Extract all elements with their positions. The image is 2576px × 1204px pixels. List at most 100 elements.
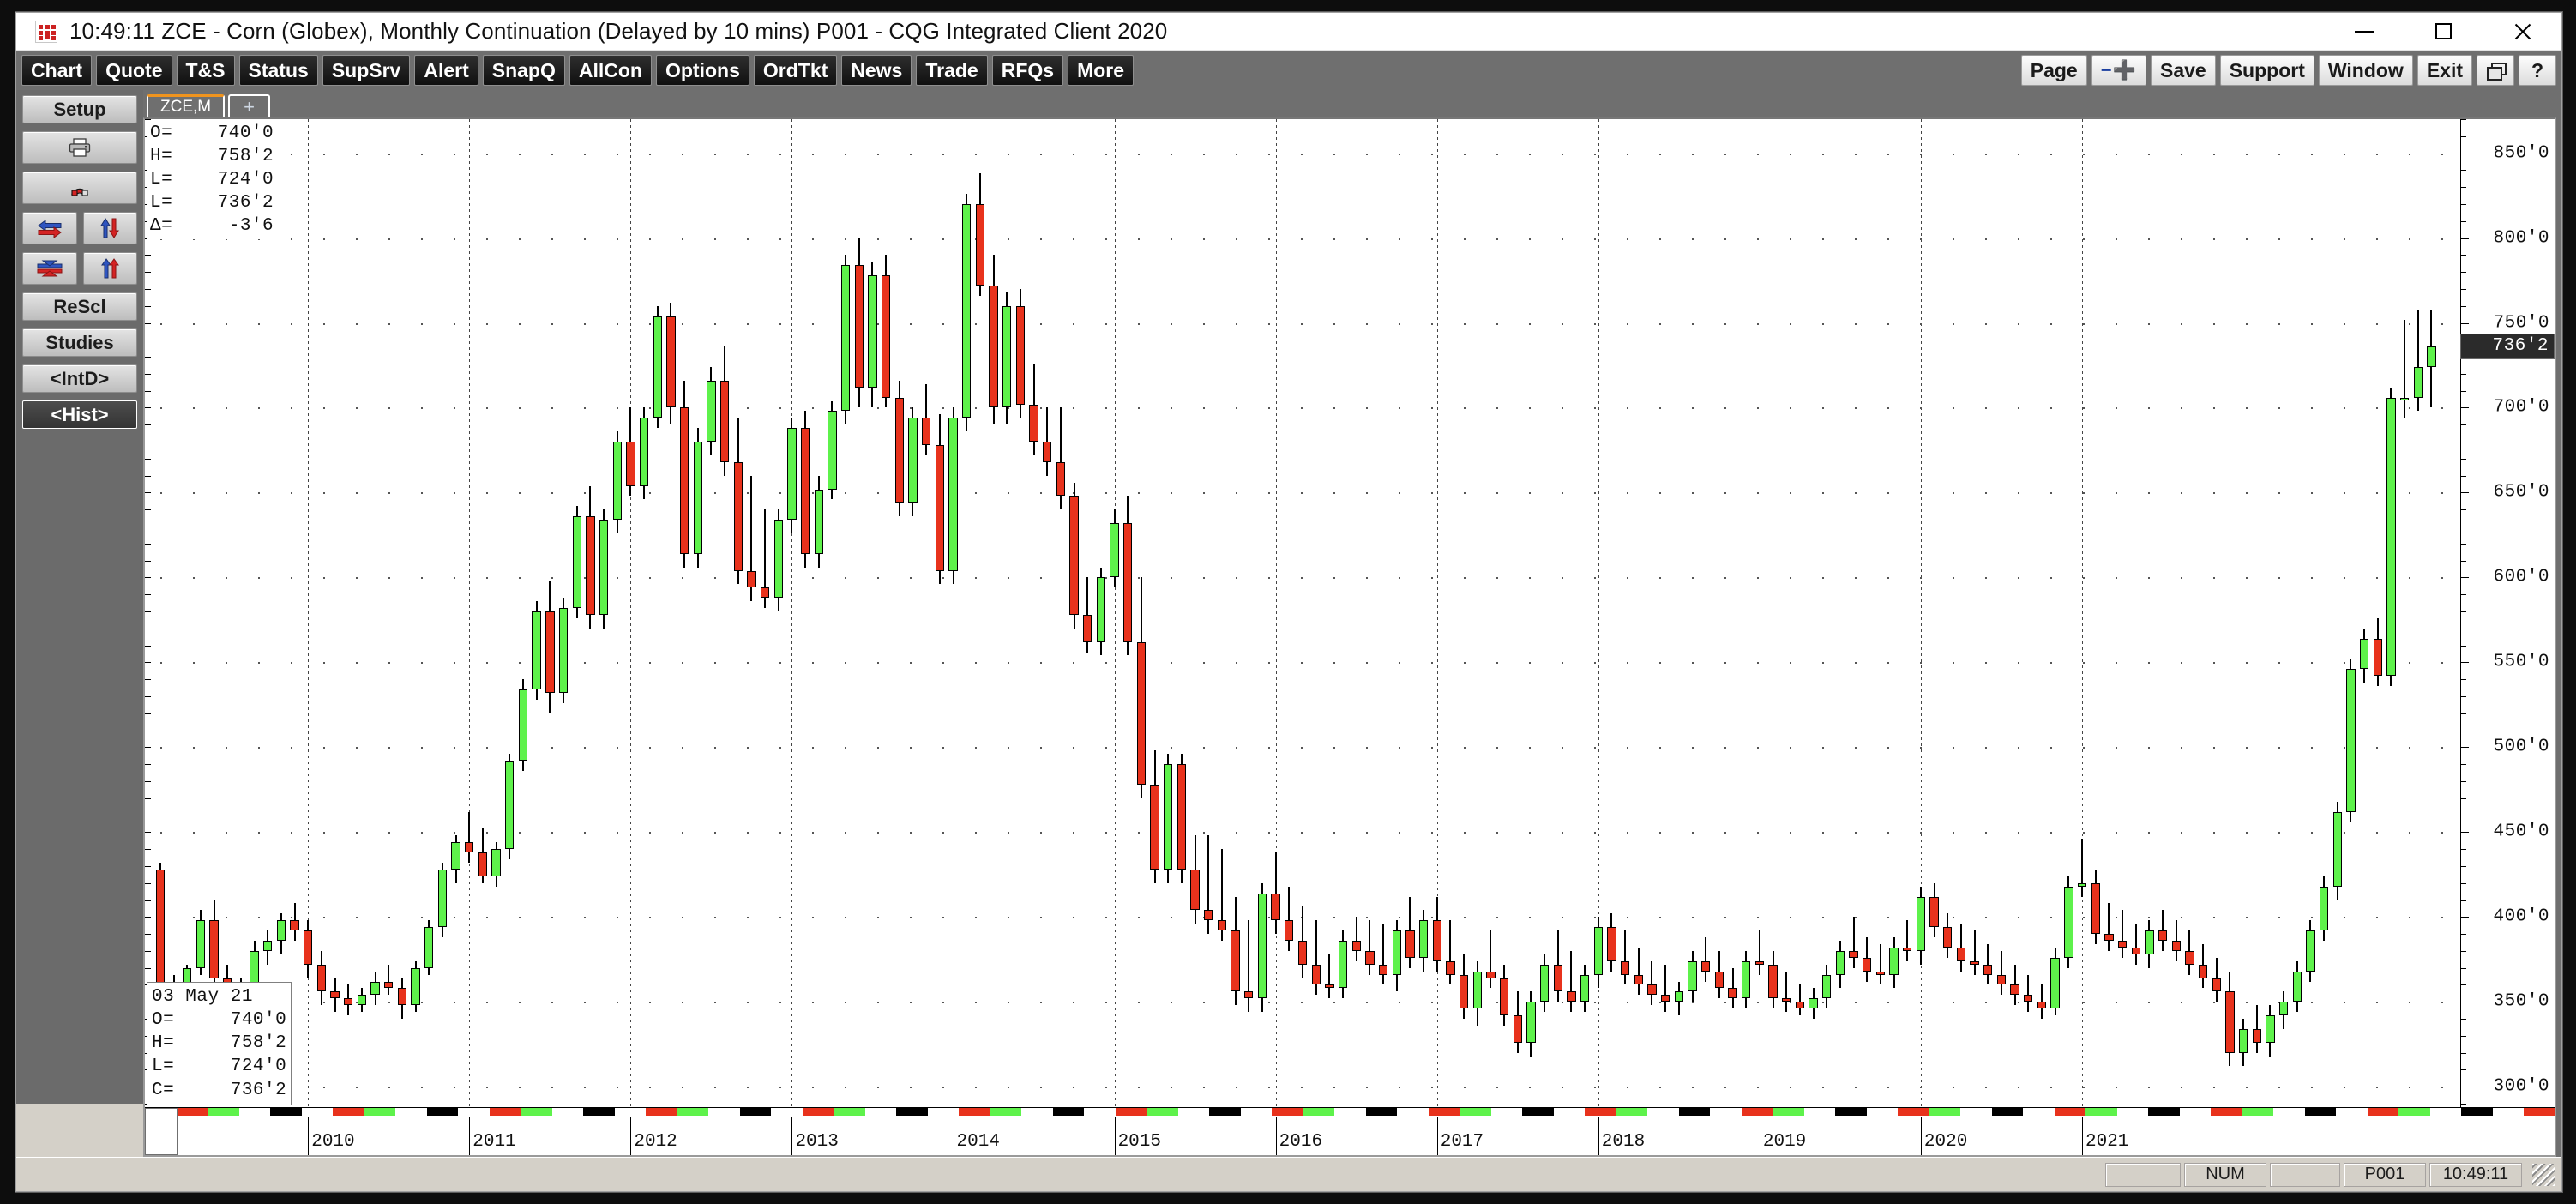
- price-axis-tick: 550'0: [2493, 652, 2549, 672]
- grid-dot: [1464, 917, 1466, 919]
- grid-dot: [323, 577, 325, 580]
- sidebar-button-shift-horizontal[interactable]: [22, 212, 77, 244]
- toolbar-button-quote[interactable]: Quote: [96, 55, 172, 86]
- price-axis-minor-tick: [2461, 458, 2466, 460]
- grid-dot: [421, 577, 423, 580]
- grid-dot: [2278, 1087, 2280, 1089]
- grid-dot: [1496, 407, 1498, 410]
- sidebar-button-setup[interactable]: Setup: [22, 95, 137, 123]
- grid-dot: [323, 1002, 325, 1004]
- toolbar-button-ts[interactable]: T&S: [176, 55, 235, 86]
- tab-add-new[interactable]: +: [228, 94, 270, 117]
- toolbar-button-options[interactable]: Options: [655, 55, 749, 86]
- season-strip-segment: [1460, 1108, 1491, 1116]
- grid-dot: [617, 662, 618, 665]
- season-strip-segment: [1052, 1108, 1084, 1116]
- toolbar-button-exit[interactable]: Exit: [2417, 55, 2472, 86]
- grid-dot: [1887, 492, 1889, 495]
- candle-body: [411, 967, 420, 1006]
- candle-body: [921, 418, 931, 446]
- sidebar-button-magnet[interactable]: [22, 172, 137, 204]
- grid-dot: [2148, 662, 2150, 665]
- grid-dot: [2018, 238, 2019, 240]
- toolbar-button-news[interactable]: News: [841, 55, 912, 86]
- help-button[interactable]: ?: [2519, 55, 2556, 86]
- close-button[interactable]: [2483, 13, 2561, 50]
- price-axis-minor-tick: [2461, 255, 2466, 256]
- toolbar-button-snapq[interactable]: SnapQ: [482, 55, 565, 86]
- restore-window-button[interactable]: [2477, 55, 2514, 86]
- grid-dot: [551, 492, 553, 495]
- time-axis-nav-handle[interactable]: [145, 1108, 178, 1155]
- grid-dot: [2213, 917, 2215, 919]
- toolbar-button-status[interactable]: Status: [238, 55, 318, 86]
- time-axis[interactable]: 2010 2011 2012 2013 2014 2015 2016 2017 2018 2019…: [145, 1107, 2555, 1155]
- grid-dot: [421, 1002, 423, 1004]
- grid-dot: [1073, 238, 1074, 240]
- grid-dot: [551, 322, 553, 325]
- minimize-button[interactable]: [2325, 13, 2404, 50]
- candle-body: [384, 981, 394, 989]
- grid-dot: [2116, 1002, 2117, 1004]
- sidebar-button-rescale[interactable]: ReScl: [22, 292, 137, 321]
- price-axis-tick: 350'0: [2493, 991, 2549, 1012]
- grid-dot: [193, 662, 195, 665]
- sidebar-button-studies[interactable]: Studies: [22, 328, 137, 357]
- toolbar-button-save[interactable]: Save: [2151, 55, 2216, 86]
- grid-dot: [2246, 832, 2248, 834]
- grid-dot: [1855, 153, 1857, 155]
- candle-wick: [2000, 950, 2002, 996]
- price-axis-tick: 650'0: [2493, 482, 2549, 503]
- status-cell-blank-2: [2270, 1162, 2340, 1187]
- page-step-button[interactable]: −➕: [2091, 55, 2146, 86]
- candle-body: [478, 852, 488, 876]
- candle-body: [2024, 995, 2033, 1002]
- grid-dot: [1138, 153, 1140, 155]
- grid-dot: [1040, 577, 1042, 580]
- candle-body: [1553, 964, 1562, 992]
- grid-dot: [2148, 1002, 2150, 1004]
- resize-grip-icon[interactable]: [2532, 1163, 2555, 1186]
- grid-dot: [388, 407, 390, 410]
- toolbar-button-trade[interactable]: Trade: [916, 55, 988, 86]
- price-axis-minor-tick: [2461, 780, 2466, 782]
- sidebar-button-history[interactable]: <Hist>: [22, 400, 137, 429]
- grid-dot: [1301, 577, 1303, 580]
- toolbar-button-alert[interactable]: Alert: [414, 55, 478, 86]
- sidebar-button-expand[interactable]: [82, 252, 137, 285]
- grid-dot: [1138, 917, 1140, 919]
- grid-dot: [2278, 238, 2280, 240]
- toolbar-button-rfqs[interactable]: RFQs: [991, 55, 1064, 86]
- maximize-button[interactable]: [2404, 13, 2483, 50]
- tab-zce-m[interactable]: ZCE,M: [147, 94, 226, 117]
- grid-dot: [1953, 832, 1954, 834]
- price-axis-minor-tick: [2461, 967, 2466, 969]
- sidebar-button-shift-vertical[interactable]: [82, 212, 137, 244]
- grid-dot: [1562, 747, 1563, 749]
- grid-dot: [2050, 662, 2052, 665]
- price-axis[interactable]: 850'0 800'0 750'0 700'0 650'0 600'0 550'0 500'0…: [2460, 119, 2555, 1107]
- grid-dot: [1333, 1002, 1335, 1004]
- grid-dot: [1659, 662, 1661, 665]
- price-axis-tick-mark: [2461, 832, 2469, 834]
- candle-body: [2306, 930, 2315, 972]
- season-strip-segment: [2336, 1108, 2368, 1116]
- sidebar-button-print[interactable]: [22, 131, 137, 164]
- price-plot[interactable]: O= 740'0 H= 758'2 L= 724'0 L= 736'2 Δ= -…: [145, 119, 2460, 1107]
- toolbar-button-supsrv[interactable]: SupSrv: [322, 55, 411, 86]
- toolbar-button-allcon[interactable]: AllCon: [569, 55, 652, 86]
- grid-dot: [1790, 322, 1791, 325]
- toolbar-button-more[interactable]: More: [1068, 55, 1135, 86]
- toolbar-button-chart[interactable]: Chart: [21, 55, 93, 86]
- sidebar-button-intraday[interactable]: <IntD>: [22, 364, 137, 393]
- toolbar-button-window[interactable]: Window: [2318, 55, 2413, 86]
- grid-dot: [1724, 153, 1726, 155]
- candle-body: [814, 489, 823, 554]
- toolbar-button-page[interactable]: Page: [2020, 55, 2087, 86]
- toolbar-button-support[interactable]: Support: [2219, 55, 2314, 86]
- sidebar-button-compress[interactable]: [22, 252, 77, 285]
- grid-dot: [1399, 662, 1400, 665]
- toolbar-button-ordtkt[interactable]: OrdTkt: [753, 55, 838, 86]
- grid-dot: [2116, 917, 2117, 919]
- grid-dot: [1431, 1002, 1433, 1004]
